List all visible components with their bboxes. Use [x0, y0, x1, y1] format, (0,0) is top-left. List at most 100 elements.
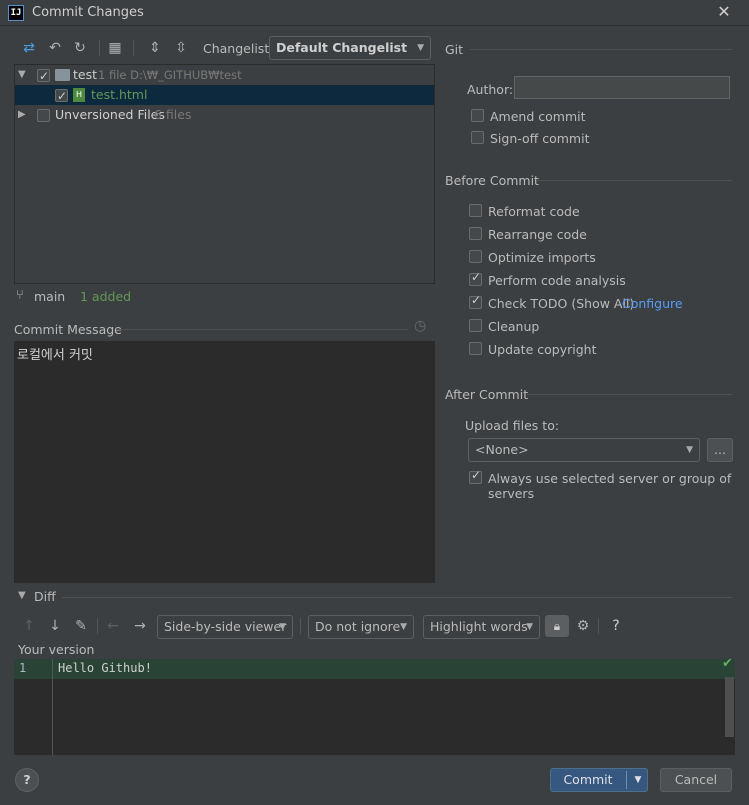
divider [116, 329, 408, 330]
root-checkbox[interactable] [37, 66, 50, 86]
check-todo-checkbox[interactable] [469, 293, 482, 309]
your-version-label: Your version [18, 642, 95, 657]
scrollbar-thumb[interactable] [725, 677, 734, 737]
divider [62, 597, 732, 598]
commit-button[interactable]: Commit ▼ [550, 768, 648, 792]
collapse-all-icon[interactable]: ⇳ [172, 39, 190, 57]
reformat-label: Reformat code [488, 204, 580, 219]
unversioned-meta: 6 files [154, 107, 192, 122]
amend-checkbox[interactable] [471, 109, 484, 122]
chevron-down-icon: ▼ [686, 445, 693, 455]
toolbar-separator [300, 618, 301, 634]
expand-arrow-icon[interactable]: ▶ [18, 105, 26, 125]
chevron-down-icon: ▼ [400, 622, 407, 632]
collapse-arrow-icon[interactable]: ▼ [18, 590, 26, 601]
show-diff-icon[interactable]: ⇄ [20, 39, 38, 57]
author-label: Author: [467, 82, 514, 97]
added-count: 1 added [80, 289, 132, 304]
no-errors-check-icon: ✔ [722, 656, 733, 671]
toolbar-separator [598, 618, 599, 634]
highlight-value: Highlight words [430, 619, 528, 634]
optimize-imports-checkbox[interactable] [469, 250, 482, 263]
before-commit-title: Before Commit [445, 173, 539, 188]
line-number: 1 [19, 661, 27, 675]
divider [536, 180, 732, 181]
highlight-select[interactable]: Highlight words ▼ [423, 615, 540, 639]
file-name: test.html [91, 87, 148, 102]
changelist-label: Changelist: [203, 41, 274, 56]
update-copyright-checkbox[interactable] [469, 342, 482, 355]
settings-gear-icon[interactable]: ⚙ [574, 617, 592, 635]
changelist-select[interactable]: Default Changelist ▼ [269, 36, 431, 60]
expand-arrow-icon[interactable]: ▼ [18, 65, 26, 85]
tree-row-root[interactable]: ▼ test 1 file D:\₩_GITHUB₩test [15, 65, 434, 86]
commit-options-chevron-icon[interactable]: ▼ [628, 769, 648, 791]
branch-icon: ⑂ [16, 288, 24, 303]
changes-tree: ▼ test 1 file D:\₩_GITHUB₩test H test.ht… [14, 64, 435, 284]
html-file-icon: H [73, 88, 85, 102]
next-diff-icon[interactable]: ↓ [46, 617, 64, 635]
upload-label: Upload files to: [465, 418, 560, 433]
file-checkbox[interactable] [55, 86, 68, 106]
viewer-value: Side-by-side viewer [164, 619, 287, 634]
viewer-select[interactable]: Side-by-side viewer ▼ [157, 615, 293, 639]
line-text: Hello Github! [58, 661, 152, 675]
help-button[interactable]: ? [15, 768, 39, 792]
chevron-down-icon: ▼ [526, 622, 533, 632]
lock-icon[interactable]: 🔒︎ [545, 615, 569, 637]
refresh-icon[interactable]: ↻ [71, 39, 89, 57]
app-logo-icon: IJ [8, 5, 24, 21]
toolbar-separator [97, 618, 98, 634]
signoff-checkbox[interactable] [471, 131, 484, 144]
chevron-down-icon: ▼ [279, 622, 286, 632]
rearrange-checkbox[interactable] [469, 227, 482, 240]
commit-button-label: Commit [563, 772, 613, 787]
root-name: test [73, 67, 98, 82]
prev-diff-icon[interactable]: ↑ [20, 617, 38, 635]
always-use-label: Always use selected server or group of s… [488, 471, 732, 501]
next-file-icon[interactable]: → [131, 617, 149, 635]
commit-message-input[interactable]: 로컬에서 커밋 [14, 341, 435, 583]
tree-row-file[interactable]: H test.html [15, 85, 434, 106]
cleanup-checkbox[interactable] [469, 319, 482, 332]
cancel-button[interactable]: Cancel [660, 768, 732, 792]
edit-icon[interactable]: ✎ [72, 617, 90, 635]
commit-message-label: Commit Message [14, 322, 122, 337]
configure-link[interactable]: Configure [622, 296, 683, 311]
diff-editor[interactable]: 1 Hello Github! [14, 659, 735, 755]
upload-select[interactable]: <None> ▼ [468, 438, 700, 462]
unversioned-name: Unversioned Files [55, 107, 165, 122]
prev-file-icon[interactable]: ← [104, 617, 122, 635]
ignore-value: Do not ignore [315, 619, 401, 634]
ignore-select[interactable]: Do not ignore ▼ [308, 615, 414, 639]
close-icon[interactable]: ✕ [716, 2, 732, 22]
expand-all-icon[interactable]: ⇕ [146, 39, 164, 57]
help-icon[interactable]: ? [607, 617, 625, 635]
check-todo-label: Check TODO (Show All) [488, 296, 635, 311]
update-copyright-label: Update copyright [488, 342, 597, 357]
always-use-checkbox[interactable] [469, 468, 482, 484]
divider [527, 394, 732, 395]
code-analysis-checkbox[interactable] [469, 270, 482, 286]
browse-button[interactable]: ... [707, 438, 733, 462]
root-meta: 1 file D:\₩_GITHUB₩test [98, 68, 242, 82]
unversioned-checkbox[interactable] [37, 109, 50, 122]
tree-row-unversioned[interactable]: ▶ Unversioned Files 6 files [15, 105, 434, 125]
changelist-value: Default Changelist [276, 40, 408, 55]
window-title: Commit Changes [32, 5, 144, 20]
rollback-icon[interactable]: ↶ [46, 39, 64, 57]
git-section-title: Git [445, 42, 464, 57]
branch-name[interactable]: main [34, 289, 65, 304]
group-by-icon[interactable]: ▦ [106, 39, 124, 57]
toolbar-separator [133, 40, 134, 56]
reformat-checkbox[interactable] [469, 204, 482, 217]
gutter-divider [52, 659, 53, 755]
author-input[interactable] [514, 76, 730, 99]
folder-icon [55, 69, 70, 81]
history-icon[interactable]: ◷ [414, 318, 426, 334]
after-commit-title: After Commit [445, 387, 529, 402]
cleanup-label: Cleanup [488, 319, 540, 334]
amend-label: Amend commit [490, 109, 586, 124]
diff-section-title: Diff [34, 589, 56, 604]
signoff-label: Sign-off commit [490, 131, 590, 146]
